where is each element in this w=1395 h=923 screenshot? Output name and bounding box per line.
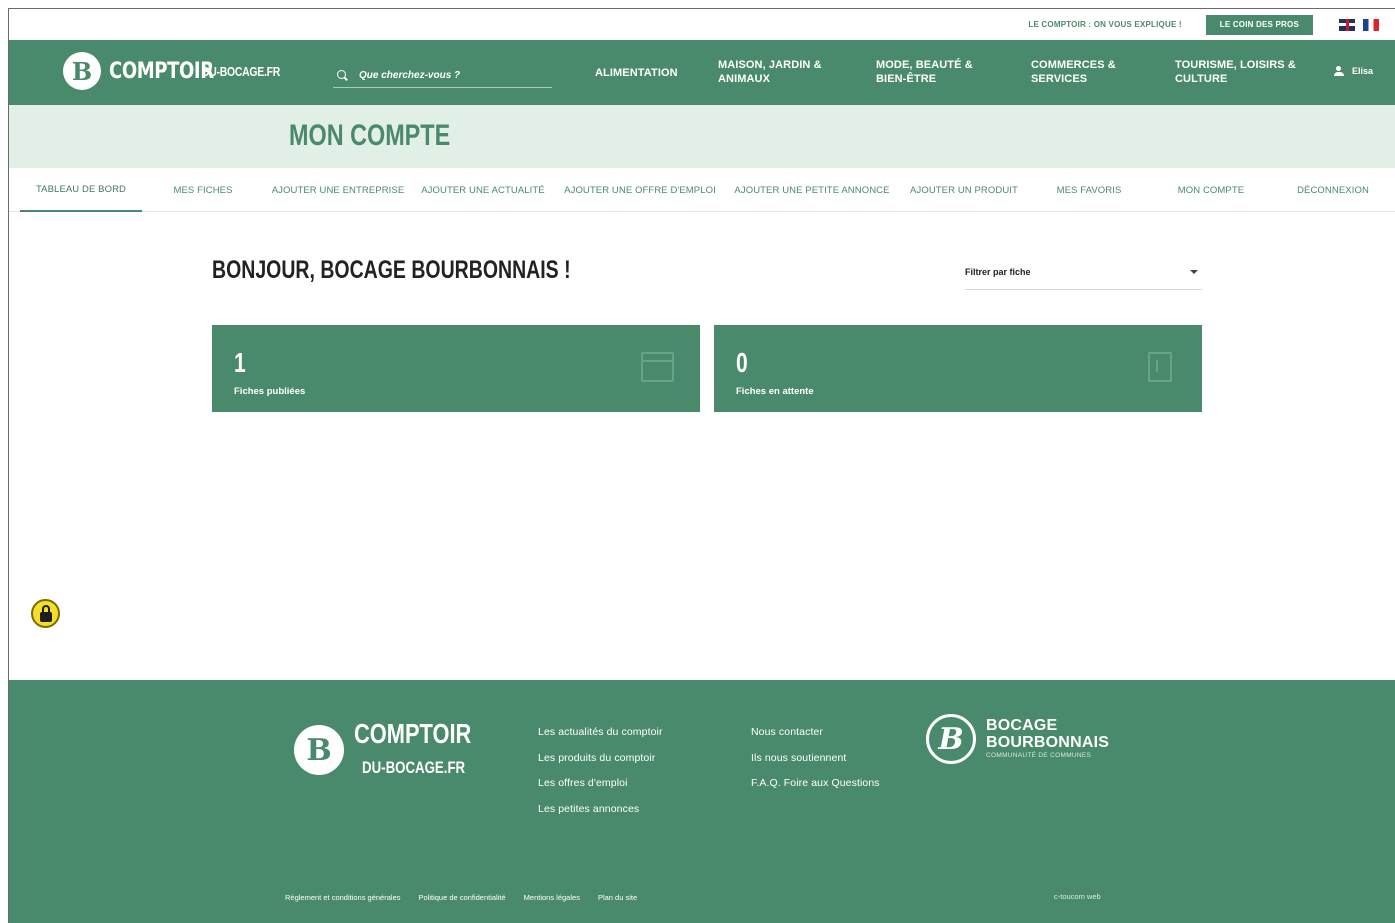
- logo-domain: DU-BOCAGE.FR: [202, 64, 281, 79]
- subnav-ajouter-petite-annonce[interactable]: AJOUTER UNE PETITE ANNONCE: [729, 168, 895, 212]
- page-frame: LE COMPTOIR : ON VOUS EXPLIQUE ! LE COIN…: [8, 8, 1395, 923]
- account-subnav: TABLEAU DE BORD MES FICHES AJOUTER UNE E…: [9, 168, 1395, 212]
- footer-logo-text: COMPTOIR DU-BOCAGE.FR: [354, 718, 484, 782]
- footer-link-faq[interactable]: F.A.Q. Foire aux Questions: [751, 771, 880, 797]
- nav-label-line2: BIEN-ÊTRE: [876, 73, 937, 85]
- english-flag-icon[interactable]: [1339, 18, 1355, 31]
- pros-button[interactable]: LE COIN DES PROS: [1205, 14, 1313, 35]
- nav-tourisme-loisirs[interactable]: TOURISME, LOISIRS & CULTURE: [1175, 58, 1296, 86]
- user-name: Elisa: [1351, 66, 1373, 76]
- footer-logo-wordmark: COMPTOIR: [354, 718, 472, 749]
- partner-name-line1: BOCAGE: [986, 717, 1058, 734]
- main-navigation: B COMPTOIR DU-BOCAGE.FR ALIMENTATION MAI…: [9, 40, 1395, 105]
- fiche-filter-select[interactable]: Filtrer par fiche: [965, 262, 1202, 290]
- logo-wordmark: COMPTOIR: [109, 58, 214, 84]
- footer-link-produits[interactable]: Les produits du comptoir: [538, 746, 663, 772]
- footer-logo-domain: DU-BOCAGE.FR: [362, 758, 466, 777]
- partner-mark-icon: B: [926, 714, 976, 764]
- legal-link-mentions[interactable]: Mentions légales: [524, 893, 580, 902]
- utility-bar: LE COMPTOIR : ON VOUS EXPLIQUE ! LE COIN…: [9, 9, 1395, 40]
- nav-maison-jardin[interactable]: MAISON, JARDIN & ANIMAUX: [718, 58, 822, 86]
- agency-credit[interactable]: c-toucom web: [1054, 892, 1101, 901]
- site-footer: B COMPTOIR DU-BOCAGE.FR Les actualités d…: [9, 680, 1395, 923]
- page-title-bar: MON COMPTE: [9, 105, 1395, 168]
- nav-label-line1: COMMERCES &: [1031, 59, 1116, 71]
- partner-text: BOCAGE BOURBONNAIS COMMUNAUTÉ DE COMMUNE…: [986, 717, 1109, 761]
- nav-label-line1: ALIMENTATION: [595, 67, 678, 79]
- nav-label-line1: MAISON, JARDIN &: [718, 59, 822, 71]
- footer-logo-mark-icon: B: [294, 725, 344, 775]
- page-title: MON COMPTE: [289, 119, 451, 152]
- legal-links: Règlement et conditions générales Politi…: [285, 893, 655, 902]
- subnav-ajouter-offre-emploi[interactable]: AJOUTER UNE OFFRE D'EMPLOI: [560, 168, 720, 212]
- partner-logo[interactable]: B BOCAGE BOURBONNAIS COMMUNAUTÉ DE COMMU…: [926, 714, 1109, 764]
- legal-link-reglement[interactable]: Règlement et conditions générales: [285, 893, 401, 902]
- subnav-ajouter-entreprise[interactable]: AJOUTER UNE ENTREPRISE: [269, 168, 407, 212]
- legal-link-confidentialite[interactable]: Politique de confidentialité: [419, 893, 506, 902]
- footer-logo[interactable]: B COMPTOIR DU-BOCAGE.FR: [294, 718, 484, 782]
- footer-link-offres-emploi[interactable]: Les offres d'emploi: [538, 771, 663, 797]
- greeting-heading: BONJOUR, BOCAGE BOURBONNAIS !: [212, 256, 571, 284]
- user-menu[interactable]: Elisa: [1333, 66, 1373, 76]
- footer-link-petites-annonces[interactable]: Les petites annonces: [538, 797, 663, 823]
- subnav-deconnexion[interactable]: DÉCONNEXION: [1283, 168, 1383, 212]
- legal-link-plan-du-site[interactable]: Plan du site: [598, 893, 637, 902]
- subnav-mes-favoris[interactable]: MES FAVORIS: [1039, 168, 1139, 212]
- search-icon[interactable]: [337, 69, 349, 82]
- subnav-tableau-de-bord[interactable]: TABLEAU DE BORD: [20, 168, 142, 212]
- nav-alimentation[interactable]: ALIMENTATION: [595, 66, 678, 80]
- footer-link-actualites[interactable]: Les actualités du comptoir: [538, 720, 663, 746]
- pending-fiches-card[interactable]: 0 Fiches en attente: [714, 325, 1202, 412]
- partner-tagline: COMMUNAUTÉ DE COMMUNES: [986, 752, 1092, 759]
- site-logo[interactable]: B COMPTOIR DU-BOCAGE.FR: [63, 52, 280, 90]
- footer-link-soutiens[interactable]: Ils nous soutiennent: [751, 746, 880, 772]
- nav-mode-beaute[interactable]: MODE, BEAUTÉ & BIEN-ÊTRE: [876, 58, 973, 86]
- nav-label-line2: CULTURE: [1175, 73, 1228, 85]
- nav-label-line2: SERVICES: [1031, 73, 1088, 85]
- browser-window-icon: [641, 352, 674, 382]
- french-flag-icon[interactable]: [1363, 18, 1379, 31]
- nav-label-line1: MODE, BEAUTÉ &: [876, 59, 973, 71]
- subnav-ajouter-produit[interactable]: AJOUTER UN PRODUIT: [905, 168, 1023, 212]
- subnav-mes-fiches[interactable]: MES FICHES: [159, 168, 247, 212]
- nav-label-line2: ANIMAUX: [718, 73, 771, 85]
- partner-name-line2: BOURBONNAIS: [986, 734, 1110, 751]
- search-input[interactable]: [359, 70, 539, 81]
- pending-count: 0: [736, 347, 748, 378]
- nav-label-line1: TOURISME, LOISIRS &: [1175, 59, 1296, 71]
- explainer-link[interactable]: LE COMPTOIR : ON VOUS EXPLIQUE !: [1028, 20, 1181, 29]
- search-bar: [333, 64, 552, 88]
- published-label: Fiches publiées: [234, 386, 306, 397]
- footer-links-info: Nous contacter Ils nous soutiennent F.A.…: [751, 720, 880, 797]
- nav-commerces-services[interactable]: COMMERCES & SERVICES: [1031, 58, 1116, 86]
- filter-label: Filtrer par fiche: [965, 267, 1031, 277]
- door-icon: [1148, 352, 1172, 382]
- subnav-mon-compte[interactable]: MON COMPTE: [1161, 168, 1261, 212]
- subnav-ajouter-actualite[interactable]: AJOUTER UNE ACTUALITÉ: [416, 168, 550, 212]
- chevron-down-icon: [1190, 270, 1198, 274]
- published-fiches-card[interactable]: 1 Fiches publiées: [212, 325, 700, 412]
- user-icon: [1333, 66, 1344, 76]
- footer-links-content: Les actualités du comptoir Les produits …: [538, 720, 663, 822]
- padlock-shape: [39, 604, 52, 622]
- logo-mark-icon: B: [63, 52, 101, 90]
- footer-link-contact[interactable]: Nous contacter: [751, 720, 880, 746]
- published-count: 1: [234, 347, 246, 378]
- lock-icon[interactable]: [31, 599, 60, 628]
- pending-label: Fiches en attente: [736, 386, 814, 397]
